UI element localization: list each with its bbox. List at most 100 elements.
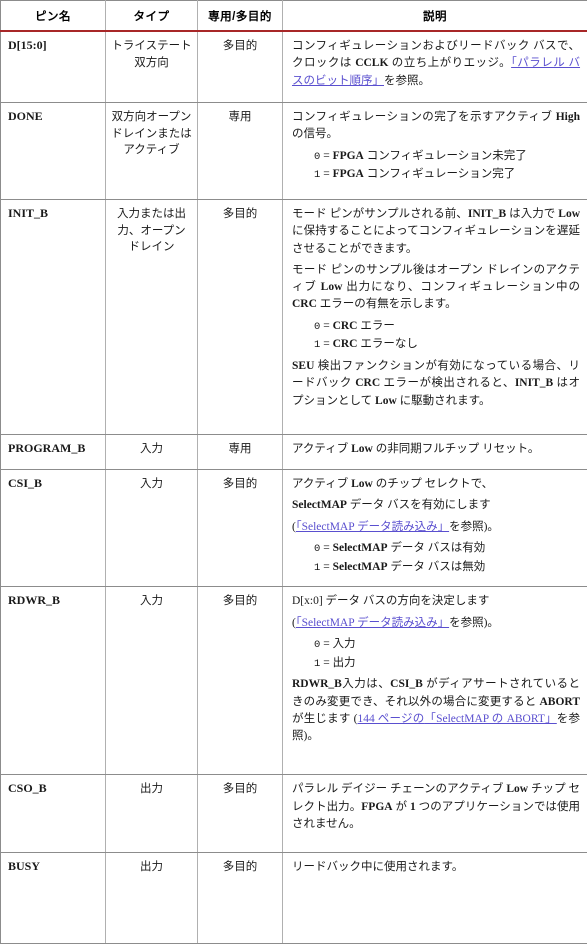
table-row: D[15:0] トライステート 双方向 多目的 コンフィギュレーションおよびリー… xyxy=(1,31,587,103)
cell-dedicated: 多目的 xyxy=(198,470,283,587)
value-text: エラーなし xyxy=(357,338,417,350)
description-paragraph: SEU 検出ファンクションが有効になっている場合、リードバック CRC エラーが… xyxy=(292,358,580,410)
cell-description: D[x:0] データ バスの方向を決定します (「SelectMAP データ読み… xyxy=(283,587,587,775)
desc-text: エラーの有無を示します。 xyxy=(317,298,457,310)
value-text: データ バスは有効 xyxy=(387,542,485,554)
desc-emphasis: High xyxy=(556,111,580,123)
desc-emphasis: CRC xyxy=(355,377,380,389)
table-row: CSO_B 出力 多目的 パラレル デイジー チェーンのアクティブ Low チッ… xyxy=(1,775,587,853)
description-paragraph: モード ピンのサンプル後はオープン ドレインのアクティブ Low 出力になり、コ… xyxy=(292,262,580,314)
cell-description: リードバック中に使用されます。 xyxy=(283,853,587,944)
desc-text: は入力で xyxy=(506,208,558,220)
cross-reference-link[interactable]: 「SelectMAP データ読み込み」 xyxy=(296,617,449,629)
value-list-item: 0 = 入力 xyxy=(292,636,580,654)
value-equals: = xyxy=(320,542,332,554)
desc-text: に保持することによってコンフィギュレーションを遅延させることができます。 xyxy=(292,225,580,254)
description-paragraph: (「SelectMAP データ読み込み」を参照)。 xyxy=(292,519,580,536)
cell-description: パラレル デイジー チェーンのアクティブ Low チップ セレクト出力。FPGA… xyxy=(283,775,587,853)
cell-type: 入力 xyxy=(106,435,198,470)
value-list-item: 0 = CRC エラー xyxy=(292,318,580,336)
desc-text: エラーが検出されると、 xyxy=(380,377,515,389)
value-list: 0 = FPGA コンフィギュレーション未完了 1 = FPGA コンフィギュレ… xyxy=(292,148,580,185)
desc-text: モード ピンがサンプルされる前、 xyxy=(292,208,468,220)
cell-type: トライステート 双方向 xyxy=(106,31,198,103)
value-text: データ バスは無効 xyxy=(387,561,485,573)
cell-description: コンフィギュレーションの完了を示すアクティブ High の信号。 0 = FPG… xyxy=(283,103,587,200)
cell-type: 入力 xyxy=(106,587,198,775)
cell-description: アクティブ Low のチップ セレクトで、 SelectMAP データ バスを有… xyxy=(283,470,587,587)
cell-description: モード ピンがサンプルされる前、INIT_B は入力で Low に保持することに… xyxy=(283,200,587,435)
column-header-pin-name: ピン名 xyxy=(1,1,106,32)
value-equals: = xyxy=(320,150,332,162)
value-list-item: 1 = 出力 xyxy=(292,655,580,673)
description-paragraph: リードバック中に使用されます。 xyxy=(292,859,580,876)
cell-description: アクティブ Low の非同期フルチップ リセット。 xyxy=(283,435,587,470)
value-list-item: 1 = FPGA コンフィギュレーション完了 xyxy=(292,166,580,184)
cell-pin-name: D[15:0] xyxy=(1,31,106,103)
cell-dedicated: 専用 xyxy=(198,103,283,200)
desc-emphasis: INIT_B xyxy=(468,208,506,220)
desc-text: のチップ セレクトで、 xyxy=(373,478,493,490)
description-paragraph: モード ピンがサンプルされる前、INIT_B は入力で Low に保持することに… xyxy=(292,206,580,258)
desc-emphasis: Low xyxy=(321,281,343,293)
desc-text: を参照。 xyxy=(384,75,430,87)
value-emphasis: SelectMAP xyxy=(333,561,388,573)
value-text: 入力 xyxy=(333,638,356,650)
value-emphasis: SelectMAP xyxy=(333,542,388,554)
cell-pin-name: INIT_B xyxy=(1,200,106,435)
cell-type: 双方向オープン ドレインまたはアクティブ xyxy=(106,103,198,200)
value-equals: = xyxy=(320,657,332,669)
desc-emphasis: SEU xyxy=(292,360,314,372)
cell-dedicated: 多目的 xyxy=(198,775,283,853)
column-header-description: 説明 xyxy=(283,1,587,32)
cell-type: 入力 xyxy=(106,470,198,587)
description-paragraph: (「SelectMAP データ読み込み」を参照)。 xyxy=(292,615,580,632)
value-equals: = xyxy=(320,638,332,650)
desc-emphasis: Low xyxy=(375,395,397,407)
desc-emphasis: SelectMAP xyxy=(292,499,347,511)
desc-text: リードバック中に使用されます。 xyxy=(292,861,463,873)
pin-description-table: ピン名 タイプ 専用/多目的 説明 D[15:0] トライステート 双方向 多目… xyxy=(0,0,587,944)
desc-emphasis: ABORT xyxy=(540,696,581,708)
desc-text: アクティブ xyxy=(292,478,351,490)
desc-text: が xyxy=(393,801,410,813)
desc-text: 入力は、 xyxy=(342,678,390,690)
cross-reference-link[interactable]: 「SelectMAP データ読み込み」 xyxy=(296,521,449,533)
value-list: 0 = 入力 1 = 出力 xyxy=(292,636,580,673)
value-equals: = xyxy=(320,338,332,350)
table-body: D[15:0] トライステート 双方向 多目的 コンフィギュレーションおよびリー… xyxy=(1,31,587,944)
cell-dedicated: 多目的 xyxy=(198,200,283,435)
desc-emphasis: Low xyxy=(506,783,528,795)
value-list-item: 0 = FPGA コンフィギュレーション未完了 xyxy=(292,148,580,166)
table-row: RDWR_B 入力 多目的 D[x:0] データ バスの方向を決定します (「S… xyxy=(1,587,587,775)
desc-text: パラレル デイジー チェーンのアクティブ xyxy=(292,783,506,795)
desc-text: データ バスの方向を決定します xyxy=(323,595,490,607)
value-text: コンフィギュレーション完了 xyxy=(364,168,515,180)
cell-dedicated: 多目的 xyxy=(198,31,283,103)
desc-emphasis: Low xyxy=(351,478,373,490)
desc-emphasis: Low xyxy=(351,443,373,455)
cell-pin-name: DONE xyxy=(1,103,106,200)
value-equals: = xyxy=(320,320,332,332)
value-emphasis: FPGA xyxy=(333,150,364,162)
cross-reference-link[interactable]: 「SelectMAP の ABORT」 xyxy=(424,713,556,725)
column-header-dedicated: 専用/多目的 xyxy=(198,1,283,32)
table-row: DONE 双方向オープン ドレインまたはアクティブ 専用 コンフィギュレーション… xyxy=(1,103,587,200)
cell-type: 出力 xyxy=(106,775,198,853)
value-list-item: 0 = SelectMAP データ バスは有効 xyxy=(292,540,580,558)
desc-emphasis: CSI_B xyxy=(390,678,423,690)
desc-text: の立ち上がりエッジ。 xyxy=(388,57,511,69)
desc-emphasis: CCLK xyxy=(355,57,388,69)
desc-emphasis: CRC xyxy=(292,298,317,310)
desc-text: 出力になり、コンフィギュレーション中の xyxy=(342,281,580,293)
page-reference-link[interactable]: 144 ページの xyxy=(357,713,424,725)
value-emphasis: CRC xyxy=(333,338,358,350)
desc-text: が生じます xyxy=(292,713,354,725)
table-row: INIT_B 入力または出力、オープン ドレイン 多目的 モード ピンがサンプル… xyxy=(1,200,587,435)
table-header: ピン名 タイプ 専用/多目的 説明 xyxy=(1,1,587,32)
desc-emphasis: Low xyxy=(558,208,580,220)
description-paragraph: アクティブ Low のチップ セレクトで、 xyxy=(292,476,580,493)
description-paragraph: コンフィギュレーションおよびリードバック バスで、クロックは CCLK の立ち上… xyxy=(292,38,580,90)
table-row: CSI_B 入力 多目的 アクティブ Low のチップ セレクトで、 Selec… xyxy=(1,470,587,587)
value-text: コンフィギュレーション未完了 xyxy=(364,150,527,162)
